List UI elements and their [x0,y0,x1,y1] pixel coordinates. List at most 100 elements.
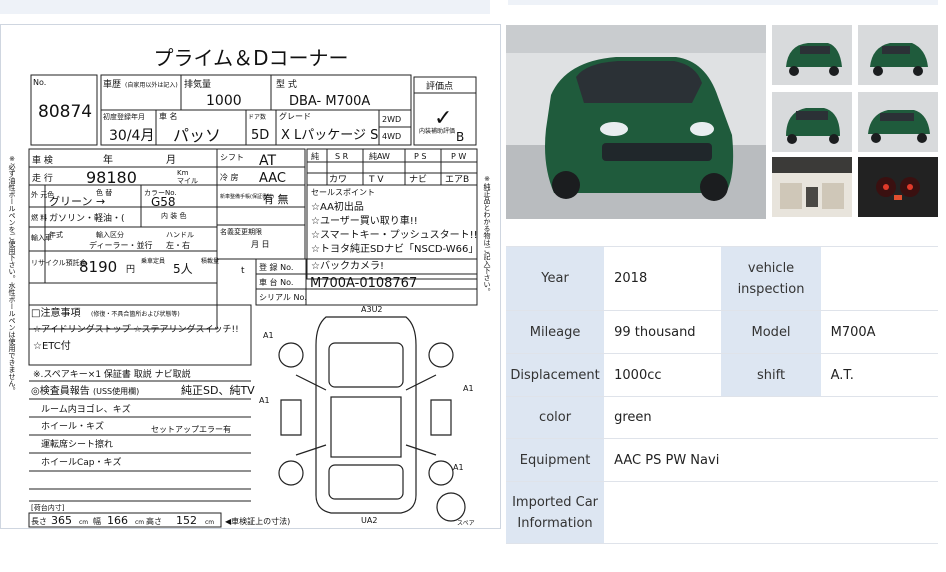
reg-label: 初度登録年月 [103,112,145,121]
auction-sheet-drawing: プライム＆Dコーナー No. 80874 車歴 (自家用以外は記入) 排気量 1… [8,46,491,528]
name-label: 車 名 [159,111,178,121]
spec-label: Year [506,246,605,311]
lot-number: 80874 [38,102,92,122]
dims-width: 166 [107,514,128,527]
spec-label: Mileage [506,310,605,354]
car-thumbnail[interactable] [772,25,852,85]
month-unit: 月 [166,154,176,166]
year-unit: 年 [103,153,113,166]
sales-points: ☆AA初出品 ☆ユーザー買い取り車!! ☆スマートキー・プッシュスタート!! ☆… [311,200,478,272]
inspector-line: 運転席シート擦れ [41,438,113,450]
damage-mark: A3U2 [361,305,383,314]
reg-value: 30/4月 [109,128,154,144]
equip-header: P W [451,152,466,161]
sales-point: ☆AA初出品 [311,200,364,213]
aircon-label: 冷 房 [220,172,239,182]
car-thumbnail[interactable] [772,157,852,217]
newcar-value: 有 無 [263,192,289,206]
handle-value: 左・右 [166,240,190,250]
car-thumbnail[interactable] [858,25,938,85]
spec-label: vehicle inspection [721,246,821,311]
grade-value: X Lパッケージ S [281,128,378,143]
inspector-sub: (USS使用欄) [93,386,139,396]
sales-point: ☆ユーザー買い取り車!! [311,214,418,227]
aircon-value: AAC [259,171,286,186]
thumbnail-image [858,157,938,217]
equip-item: T V [368,175,384,185]
score-label: 評価点 [426,80,453,92]
inspector-line: ホイール・キズ [41,420,104,432]
equip-header: S R [335,152,349,161]
import-handle: ハンドル [166,231,194,239]
inspector-line: ホイールCap・キズ [41,456,122,468]
inspection-label: 車 検 [32,154,53,166]
damage-mark: A1 [463,384,474,393]
inspector-title: 純正SD、純TV [181,384,255,397]
mileage-label: 走 行 [32,172,53,184]
dims-unit: cm [135,519,144,526]
car-thumbnail[interactable] [858,157,938,217]
chassis-value: M700A-0108767 [310,276,417,291]
damage-mark: A1 [453,463,464,472]
equip-header: 純AW [369,151,390,161]
table-row: Displacement 1000cc shift A.T. [506,353,938,397]
model-label: 型 式 [276,78,297,90]
model-value: DBA- M700A [289,94,370,109]
load-label: 積載量 [201,257,219,265]
notes-line: ☆ETC付 [33,339,71,352]
equipment-grid: 純 S R 純AW P S P W カワ T V ナビ エアB [311,151,469,185]
specs-table: Year 2018 vehicle inspection Mileage 99 … [506,246,938,544]
car-main-photo[interactable] [506,25,766,219]
inspector-side: セットアップエラー有 [151,424,231,434]
dims-unit: cm [79,519,88,526]
shift-label: シフト [220,153,244,162]
damage-mark: A1 [263,331,274,340]
capacity-value: 5人 [173,262,193,276]
dims-label: 長さ [31,517,47,526]
spare-label: スペア [457,520,475,527]
spec-value: AAC PS PW Navi [604,438,938,482]
equip-item: カワ [329,174,347,185]
color-no-value: G58 [151,195,176,209]
damage-mark: A1 [259,396,270,405]
history-sub: (自家用以外は記入) [125,81,178,89]
spec-value: A.T. [820,353,938,397]
owner-unit: 月 日 [251,240,270,249]
sheet-title: プライム＆Dコーナー [153,46,348,70]
right-note: ※純正品とわかる物はご記入下さい。 [483,175,491,295]
displacement-label: 排気量 [184,78,211,90]
import-period: 輸入区分 [96,230,124,239]
dims-height: 152 [176,514,197,527]
sales-point: ☆トヨタ純正SDナビ「NSCD-W66」 [311,242,478,255]
reg-no-label: 登 録 No. [259,262,293,272]
thumbnail-image [772,92,852,152]
thumbnail-image [858,25,938,85]
dims-height-label: 高さ [146,516,162,526]
notes-bottom: ※.スペアキー×1 保証書 取説 ナビ取説 [33,368,191,380]
spec-value [820,246,938,311]
equip-header: P S [414,152,426,161]
shift-value: AT [259,153,276,169]
auction-sheet: プライム＆Dコーナー No. 80874 車歴 (自家用以外は記入) 排気量 1… [0,24,501,529]
table-row: Imported Car Information [506,481,938,544]
inspector-label: ◎検査員報告 [31,384,90,397]
serial-label: シリアル No. [259,293,307,302]
table-row: Year 2018 vehicle inspection [506,246,938,311]
equip-item: ナビ [409,174,427,185]
name-value: パッソ [173,126,221,145]
spec-label: Model [721,310,821,354]
car-thumbnail[interactable] [772,92,852,152]
car-thumbnail[interactable] [858,92,938,152]
table-row: color green [506,396,938,439]
thumbnail-image [772,25,852,85]
dims-width-label: 幅 [93,516,101,526]
spec-label: Imported Car Information [506,481,605,544]
inspector-line: ルーム内ヨゴレ、キズ [41,403,131,415]
spec-value: 99 thousand [604,310,722,354]
mile-label: マイル [177,177,198,185]
equip-item: エアB [445,175,469,185]
spec-value: 1000cc [604,353,722,397]
thumbnail-image [858,92,938,152]
import-year: 年式 [49,230,63,239]
notes-label: □注意事項 [31,306,80,319]
